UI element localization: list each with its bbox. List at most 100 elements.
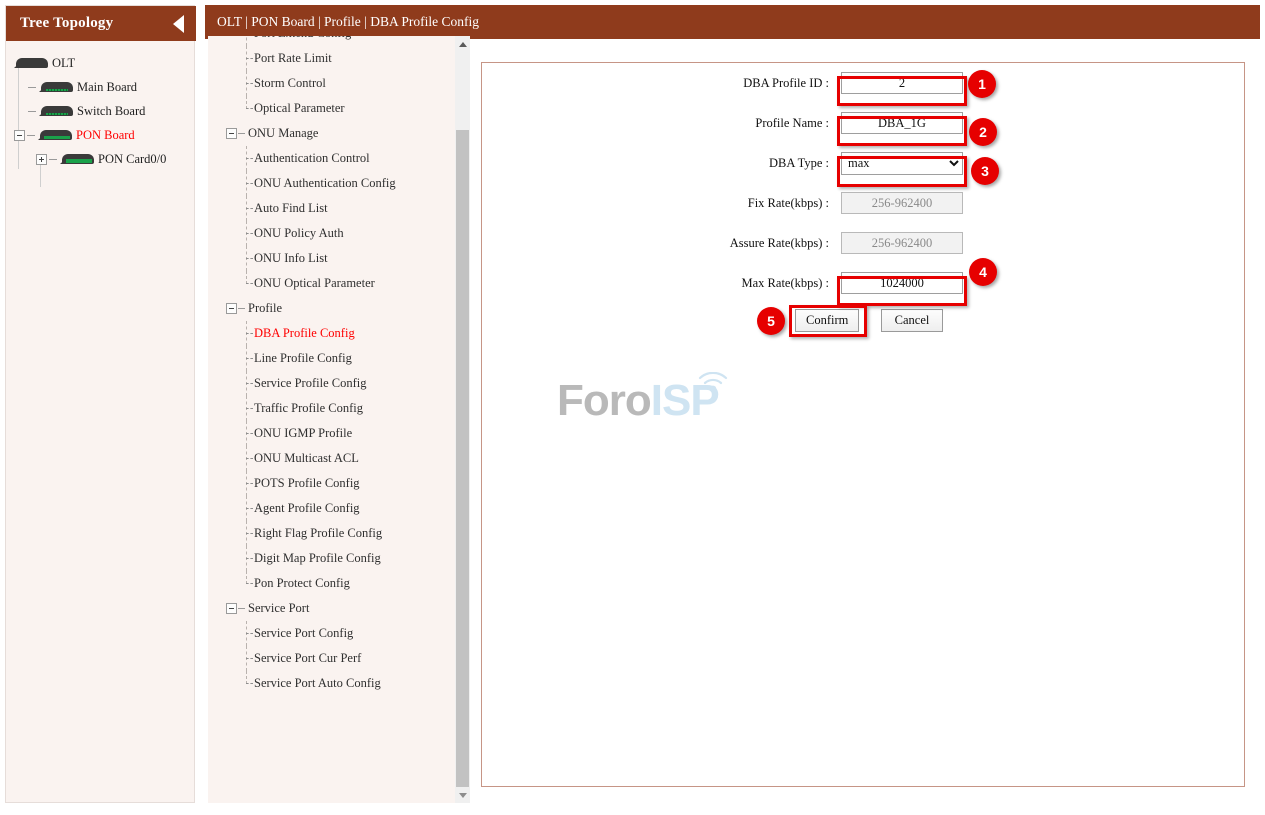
tree-tick-line <box>246 683 253 684</box>
tree-item-olt[interactable]: OLT <box>6 51 194 75</box>
max-rate-kbps-input[interactable] <box>841 272 963 294</box>
tree-item-label: Switch Board <box>77 103 146 118</box>
collapse-expander-icon[interactable] <box>226 603 237 614</box>
menu-item-port-extend-config[interactable]: Port Extend Config <box>208 36 456 46</box>
triangle-left-icon[interactable] <box>173 14 184 33</box>
collapse-expander-icon[interactable] <box>14 129 25 141</box>
menu-item-onu-authentication-config[interactable]: ONU Authentication Config <box>208 171 456 196</box>
navigation-menu-list: Port Extend Config Port Rate Limit Storm C… <box>208 36 456 696</box>
device-icon <box>39 105 75 117</box>
menu-item-label: Pon Protect Config <box>254 576 350 590</box>
foroisp-watermark: ForoISP <box>557 372 728 426</box>
menu-item-service-port-cur-perf[interactable]: Service Port Cur Perf <box>208 646 456 671</box>
menu-item-service-profile-config[interactable]: Service Profile Config <box>208 371 456 396</box>
tree-tick-line <box>246 333 253 334</box>
form-row-max-rate-kbps: Max Rate(kbps) : <box>482 263 1244 303</box>
cancel-button[interactable]: Cancel <box>881 309 943 332</box>
tree-dash-icon <box>238 608 245 609</box>
menu-item-traffic-profile-config[interactable]: Traffic Profile Config <box>208 396 456 421</box>
dba-profile-id-input[interactable] <box>841 72 963 94</box>
sidebar-header: Tree Topology <box>6 6 196 41</box>
menu-item-agent-profile-config[interactable]: Agent Profile Config <box>208 496 456 521</box>
tree-item-label: PON Card0/0 <box>98 151 167 166</box>
tree-dash-icon <box>28 86 36 88</box>
menu-item-label: DBA Profile Config <box>254 326 355 340</box>
menu-item-onu-info-list[interactable]: ONU Info List <box>208 246 456 271</box>
tree-tick-line <box>246 458 253 459</box>
field-label-profile-name: Profile Name : <box>755 115 829 130</box>
menu-item-label: Line Profile Config <box>254 351 352 365</box>
tree-tick-line <box>246 383 253 384</box>
triangle-up-icon <box>458 41 467 47</box>
form-row-dba-type: DBA Type : max <box>482 143 1244 183</box>
menu-item-service-port-auto-config[interactable]: Service Port Auto Config <box>208 671 456 696</box>
wifi-signal-icon <box>698 372 728 393</box>
menu-scrollbar[interactable] <box>455 36 470 803</box>
menu-item-right-flag-profile-config[interactable]: Right Flag Profile Config <box>208 521 456 546</box>
form-row-dba-profile-id: DBA Profile ID : <box>482 63 1244 103</box>
menu-item-auto-find-list[interactable]: Auto Find List <box>208 196 456 221</box>
profile-name-input[interactable] <box>841 112 963 134</box>
callout-badge-5: 5 <box>757 307 785 335</box>
tree-item-pon-board[interactable]: PON Board <box>6 123 194 147</box>
tree-tick-line <box>246 58 253 59</box>
tree-item-pon-card[interactable]: PON Card0/0 <box>6 147 194 171</box>
device-icon <box>38 129 74 141</box>
menu-item-port-rate-limit[interactable]: Port Rate Limit <box>208 46 456 71</box>
device-icon <box>14 57 50 69</box>
tree-item-switch-board[interactable]: Switch Board <box>6 99 194 123</box>
field-control-wrap <box>841 192 963 214</box>
menu-item-authentication-control[interactable]: Authentication Control <box>208 146 456 171</box>
field-control-wrap <box>841 72 963 94</box>
menu-item-label: Right Flag Profile Config <box>254 526 383 540</box>
menu-item-onu-policy-auth[interactable]: ONU Policy Auth <box>208 221 456 246</box>
tree-tick-line <box>246 633 253 634</box>
scroll-up-button[interactable] <box>455 36 470 52</box>
menu-item-profile[interactable]: Profile <box>208 296 456 321</box>
tree-tick-line <box>246 83 253 84</box>
tree-dash-icon <box>238 133 245 134</box>
breadcrumb: OLT | PON Board | Profile | DBA Profile … <box>217 14 479 29</box>
tree-tick-line <box>246 658 253 659</box>
scrollbar-thumb[interactable] <box>456 130 469 788</box>
menu-item-onu-optical-parameter[interactable]: ONU Optical Parameter <box>208 271 456 296</box>
menu-item-digit-map-profile-config[interactable]: Digit Map Profile Config <box>208 546 456 571</box>
field-control-wrap <box>841 272 963 294</box>
triangle-down-icon <box>458 792 467 798</box>
menu-item-dba-profile-config[interactable]: DBA Profile Config <box>208 321 456 346</box>
collapse-expander-icon[interactable] <box>226 128 237 139</box>
menu-item-label: Digit Map Profile Config <box>254 551 381 565</box>
assure-rate-kbps-input <box>841 232 963 254</box>
callout-badge-4: 4 <box>969 258 997 286</box>
tree-tick-line <box>246 433 253 434</box>
tree-branch-line <box>246 36 247 46</box>
tree-tick-line <box>246 208 253 209</box>
menu-item-service-port[interactable]: Service Port <box>208 596 456 621</box>
menu-item-onu-igmp-profile[interactable]: ONU IGMP Profile <box>208 421 456 446</box>
device-icon <box>39 81 75 93</box>
tree-tick-line <box>246 483 253 484</box>
menu-item-optical-parameter[interactable]: Optical Parameter <box>208 96 456 121</box>
dba-type-select[interactable]: max <box>841 151 963 175</box>
scroll-down-button[interactable] <box>455 787 470 803</box>
menu-item-storm-control[interactable]: Storm Control <box>208 71 456 96</box>
menu-item-pots-profile-config[interactable]: POTS Profile Config <box>208 471 456 496</box>
menu-item-label: ONU Authentication Config <box>254 176 396 190</box>
callout-badge-2: 2 <box>969 118 997 146</box>
menu-item-label: ONU IGMP Profile <box>254 426 353 440</box>
collapse-expander-icon[interactable] <box>226 303 237 314</box>
menu-item-label: Service Port <box>248 601 310 615</box>
tree-tick-line <box>246 558 253 559</box>
confirm-button[interactable]: Confirm <box>795 309 860 332</box>
menu-item-line-profile-config[interactable]: Line Profile Config <box>208 346 456 371</box>
menu-item-pon-protect-config[interactable]: Pon Protect Config <box>208 571 456 596</box>
expand-expander-icon[interactable] <box>36 153 47 165</box>
menu-item-label: Optical Parameter <box>254 101 345 115</box>
menu-item-onu-multicast-acl[interactable]: ONU Multicast ACL <box>208 446 456 471</box>
menu-item-label: ONU Info List <box>254 251 328 265</box>
menu-item-label: POTS Profile Config <box>254 476 360 490</box>
menu-item-onu-manage[interactable]: ONU Manage <box>208 121 456 146</box>
menu-item-service-port-config[interactable]: Service Port Config <box>208 621 456 646</box>
tree-item-main-board[interactable]: Main Board <box>6 75 194 99</box>
menu-item-label: Storm Control <box>254 76 326 90</box>
